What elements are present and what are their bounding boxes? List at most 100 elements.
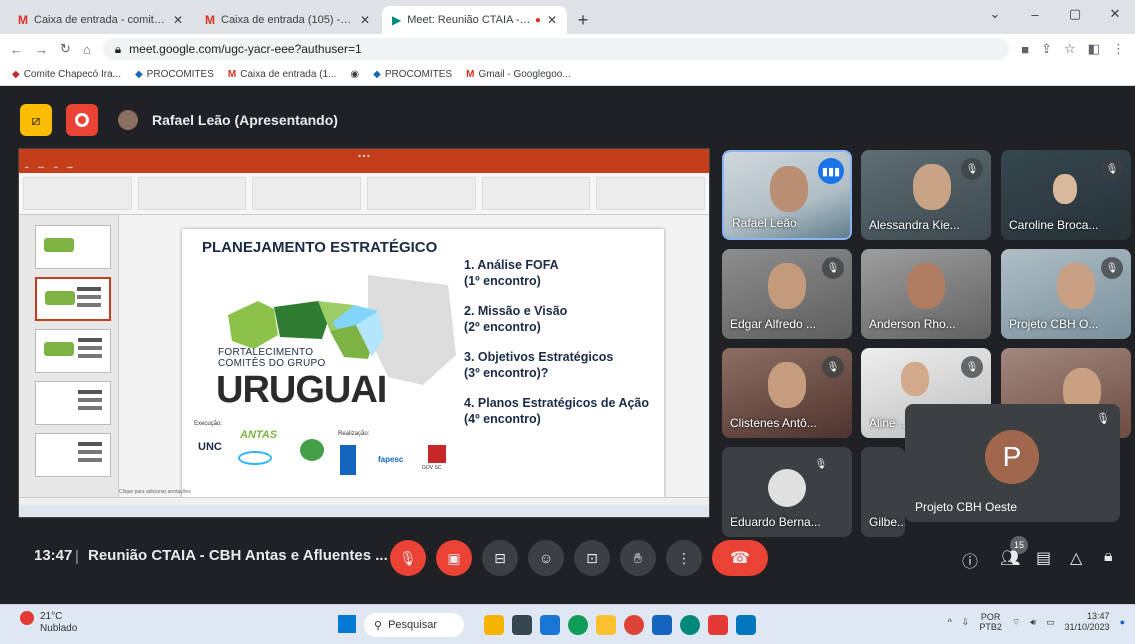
file-explorer-icon[interactable] <box>596 615 616 635</box>
weather-widget[interactable]: 21°C Nublado <box>20 611 77 635</box>
store-icon[interactable] <box>652 615 672 635</box>
app-icon[interactable] <box>736 615 756 635</box>
people-icon[interactable]: 👥︎ <box>1000 548 1020 568</box>
chat-icon[interactable]: ▤ <box>1036 548 1051 568</box>
volume-icon[interactable]: 🔊︎ <box>1030 617 1036 628</box>
new-tab-button[interactable]: + <box>569 6 597 34</box>
clock-date[interactable]: 13:47 31/10/2023 <box>1065 611 1110 633</box>
bookmark-item[interactable]: M Caixa de entrada (1... <box>228 69 337 80</box>
participant-tile-overlay[interactable]: 🎙︎ P Projeto CBH Oeste <box>905 404 1120 522</box>
logo-mark <box>238 451 272 465</box>
meet-stage: ⧄ Rafael Leão (Apresentando) ▪ ▪ ▪ ▪▪ ▪▪▪… <box>0 86 1135 604</box>
app-icon[interactable] <box>708 615 728 635</box>
info-icon[interactable]: ⓘ <box>962 548 978 572</box>
share-icon[interactable]: ⇪ <box>1041 41 1052 57</box>
presenter-name: Rafael Leão (Apresentando) <box>152 112 338 128</box>
participant-name: Anderson Rho... <box>869 317 956 331</box>
app-icon[interactable] <box>680 615 700 635</box>
recording-icon: ● <box>534 14 541 26</box>
mic-off-icon: 🎙︎ <box>961 158 983 180</box>
stop-presenting-icon[interactable]: ⧄ <box>20 104 52 136</box>
close-icon[interactable]: ✕ <box>547 13 557 27</box>
bookmark-item[interactable]: ◆ Comite Chapecó Ira... <box>12 69 121 80</box>
speaking-icon: ▮▮▮ <box>818 158 844 184</box>
browser-tab-gmail-2[interactable]: M Caixa de entrada (105) - projeto... ✕ <box>195 6 380 34</box>
chat-app-icon[interactable] <box>540 615 560 635</box>
mic-off-button[interactable]: 🎙︎ <box>390 540 426 576</box>
slide-thumbnail[interactable] <box>35 433 111 477</box>
shared-taskbar <box>19 505 709 517</box>
back-icon[interactable]: ← <box>10 42 23 57</box>
participant-tile[interactable]: 🎙︎ Eduardo Berna... <box>722 447 852 537</box>
network-icon[interactable]: ⌔ <box>1012 617 1020 628</box>
camera-indicator-icon[interactable]: ■ <box>1021 42 1029 57</box>
participant-tile[interactable]: Anderson Rho... <box>861 249 991 339</box>
tab-search-icon[interactable]: ⌄ <box>975 0 1015 28</box>
lock-icon: 🔒︎ <box>114 41 122 56</box>
agenda-item: 2. Missão e Visão (2º encontro) <box>464 304 568 334</box>
browser-tab-gmail-1[interactable]: M Caixa de entrada - comitechapo... ✕ <box>8 6 193 34</box>
participant-tile[interactable]: 🎙︎ Clistenes Antô... <box>722 348 852 438</box>
bookmark-star-icon[interactable]: ☆ <box>1064 41 1076 57</box>
meet-icon: ▶ <box>392 13 402 27</box>
close-icon[interactable]: ✕ <box>360 13 370 27</box>
browser-tab-strip: M Caixa de entrada - comitechapo... ✕ M … <box>0 0 1135 34</box>
slide-thumbnail[interactable] <box>35 381 111 425</box>
minimize-button[interactable]: – <box>1015 0 1055 28</box>
participant-tile[interactable]: 🎙︎ Alessandra Kie... <box>861 150 991 240</box>
browser-tab-meet[interactable]: ▶ Meet: Reunião CTAIA - CBH ● ✕ <box>382 6 567 34</box>
windows-taskbar: 21°C Nublado ⚲ Pesquisar ^ ⇩ POR PTB2 ⌔ 🔊… <box>0 604 1135 644</box>
task-view-icon[interactable] <box>512 615 532 635</box>
leave-call-button[interactable]: ☎︎ <box>712 540 768 576</box>
host-controls-icon[interactable]: 🔒︎ <box>1104 548 1113 566</box>
extensions-icon[interactable]: ◧ <box>1088 41 1100 57</box>
camera-off-button[interactable]: ▣ <box>436 540 472 576</box>
chrome-icon[interactable] <box>624 615 644 635</box>
participant-tile[interactable]: Gilbe... <box>861 447 905 537</box>
raise-hand-button[interactable]: ✋︎ <box>620 540 656 576</box>
notes-placeholder[interactable]: Clique para adicionar anotações <box>119 489 191 495</box>
search-placeholder: Pesquisar <box>388 619 437 631</box>
bookmark-item[interactable]: ◆ PROCOMITES <box>135 69 214 80</box>
participant-name: Edgar Alfredo ... <box>730 317 817 331</box>
windows-start-icon[interactable] <box>338 615 356 633</box>
chevron-up-icon[interactable]: ^ <box>948 617 952 627</box>
more-options-button[interactable]: ⋮ <box>666 540 702 576</box>
tab-label: Meet: Reunião CTAIA - CBH <box>407 14 531 26</box>
slide-thumbnail[interactable] <box>35 329 111 373</box>
participant-tile[interactable]: ▮▮▮ Rafael Leão <box>722 150 852 240</box>
battery-icon[interactable]: ▭ <box>1046 617 1055 628</box>
widgets-icon[interactable] <box>484 615 504 635</box>
edge-icon[interactable] <box>568 615 588 635</box>
slide-thumbnail[interactable] <box>35 225 111 269</box>
url-bar[interactable]: 🔒︎ meet.google.com/ugc-yacr-eee?authuser… <box>102 38 1010 60</box>
ribbon-group <box>481 177 591 210</box>
participant-tile[interactable]: 🎙︎ Projeto CBH O... <box>1001 249 1131 339</box>
bookmark-item[interactable]: ◉ <box>350 69 359 80</box>
reload-icon[interactable]: ↻ <box>60 41 71 57</box>
maximize-button[interactable]: ▢ <box>1055 0 1095 28</box>
emoji-button[interactable]: ☺ <box>528 540 564 576</box>
forward-icon[interactable]: → <box>35 42 48 57</box>
bookmark-item[interactable]: ◆ PROCOMITES <box>373 69 452 80</box>
ribbon-group <box>367 177 476 210</box>
home-icon[interactable]: ⌂ <box>83 42 91 57</box>
weather-temp: 21°C <box>40 611 63 622</box>
bookmark-item[interactable]: M Gmail - Googlegoo... <box>466 69 571 80</box>
taskbar-search[interactable]: ⚲ Pesquisar <box>364 613 464 637</box>
present-button[interactable]: ⊡ <box>574 540 610 576</box>
menu-icon[interactable]: ⋮ <box>1112 41 1125 57</box>
usb-icon[interactable]: ⇩ <box>962 617 970 628</box>
close-icon[interactable]: ✕ <box>173 13 183 27</box>
record-icon[interactable] <box>66 104 98 136</box>
notification-icon[interactable]: ● <box>1120 617 1125 627</box>
language-indicator[interactable]: POR PTB2 <box>979 612 1002 632</box>
close-window-button[interactable]: ✕ <box>1095 0 1135 28</box>
meet-controls: 13:47 | Reunião CTAIA - CBH Antas e Aflu… <box>0 526 1135 586</box>
slide-thumbnails <box>19 215 119 507</box>
slide-thumbnail[interactable] <box>35 277 111 321</box>
participant-tile[interactable]: 🎙︎ Edgar Alfredo ... <box>722 249 852 339</box>
activities-icon[interactable]: △ <box>1070 548 1082 568</box>
participant-tile[interactable]: 🎙︎ Caroline Broca... <box>1001 150 1131 240</box>
captions-button[interactable]: ⊟ <box>482 540 518 576</box>
